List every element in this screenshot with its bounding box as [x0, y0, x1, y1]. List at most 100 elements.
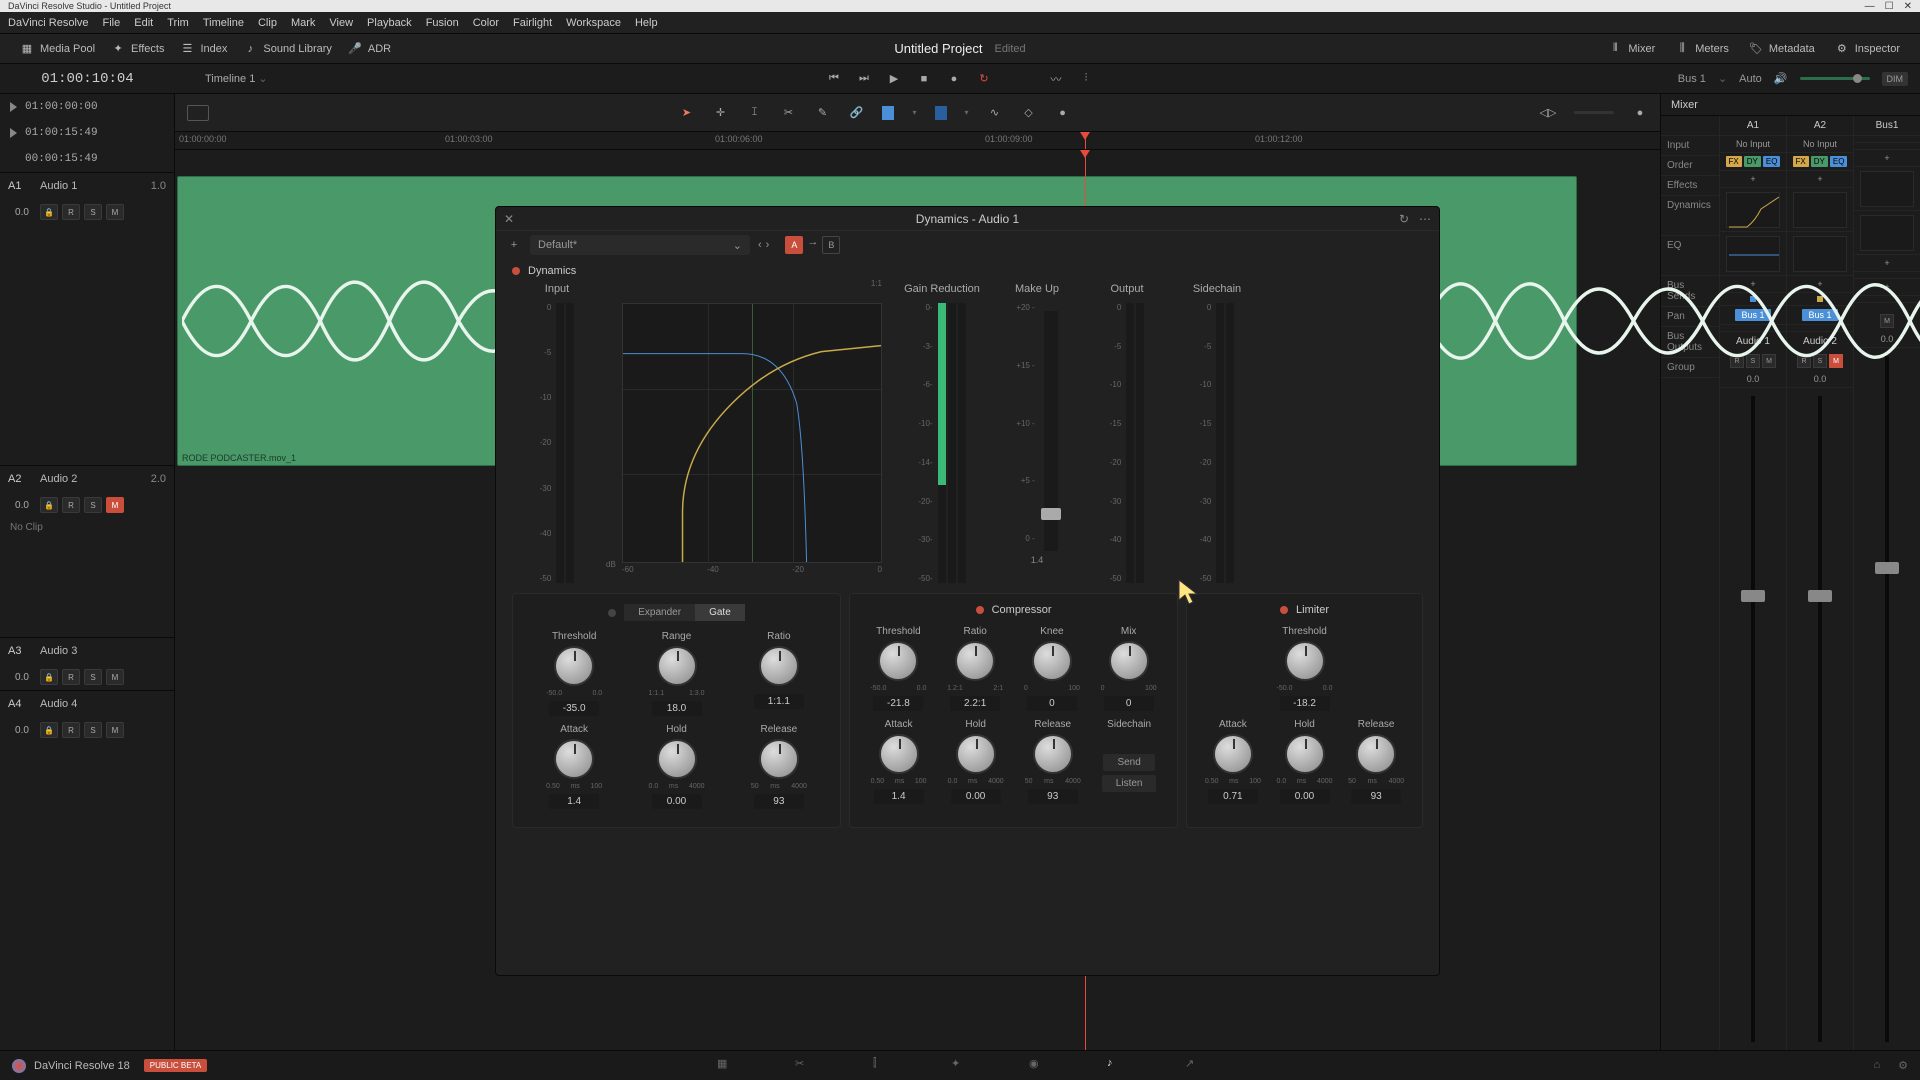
fader[interactable]	[1751, 388, 1755, 1050]
menu-item[interactable]: Help	[635, 17, 658, 29]
attack-knob[interactable]	[1213, 734, 1253, 774]
sound-library-button[interactable]: ♪Sound Library	[235, 38, 340, 60]
snap-button[interactable]: ◇	[1021, 105, 1037, 121]
hold-knob[interactable]	[1285, 734, 1325, 774]
draw-tool[interactable]: ✎	[814, 105, 830, 121]
playhead[interactable]	[1085, 132, 1086, 149]
makeup-slider[interactable]	[1044, 311, 1058, 551]
threshold-knob[interactable]	[878, 641, 918, 681]
expander-tab[interactable]: Expander	[624, 604, 695, 621]
mute-button[interactable]: M	[106, 497, 124, 513]
range-knob[interactable]	[657, 646, 697, 686]
mute-button[interactable]: M	[106, 669, 124, 685]
automation-button[interactable]: 〰	[1047, 70, 1065, 88]
prev-preset[interactable]: ‹	[758, 239, 762, 251]
dynamics-titlebar[interactable]: ✕ Dynamics - Audio 1 ↻⋯	[496, 207, 1439, 231]
menu-item[interactable]: Color	[473, 17, 499, 29]
enable-dot[interactable]	[1280, 606, 1288, 614]
menu-item[interactable]: Workspace	[566, 17, 621, 29]
lock-button[interactable]: 🔒	[40, 722, 58, 738]
dy-badge[interactable]: DY	[1744, 156, 1761, 167]
waveform-button[interactable]: ∿	[987, 105, 1003, 121]
dim-button[interactable]: DIM	[1882, 72, 1909, 86]
enable-dot[interactable]	[976, 606, 984, 614]
attack-knob[interactable]	[554, 739, 594, 779]
enable-dot[interactable]	[608, 609, 616, 617]
mix-knob[interactable]	[1109, 641, 1149, 681]
arm-button[interactable]: R	[62, 669, 80, 685]
home-button[interactable]: ⌂	[1873, 1059, 1880, 1072]
preset-dropdown[interactable]: Default*⌄	[530, 235, 750, 255]
release-knob[interactable]	[1033, 734, 1073, 774]
meters-toggle[interactable]: ⫼Meters	[1667, 38, 1737, 60]
menu-item[interactable]: DaVinci Resolve	[8, 17, 89, 29]
solo-button[interactable]: S	[84, 669, 102, 685]
next-button[interactable]: ⏭	[855, 70, 873, 88]
dot-button[interactable]: ●	[1055, 105, 1071, 121]
timeline-ruler[interactable]: 01:00:00:00 01:00:03:00 01:00:06:00 01:0…	[175, 132, 1660, 150]
fusion-page[interactable]: ✦	[951, 1057, 969, 1075]
threshold-knob[interactable]	[554, 646, 594, 686]
adr-button[interactable]: 🎤ADR	[340, 38, 399, 60]
listen-button[interactable]: Listen	[1102, 775, 1157, 792]
add-effect[interactable]: +	[1720, 171, 1786, 188]
loop-button[interactable]: ↻	[975, 70, 993, 88]
options-icon[interactable]: ⋯	[1419, 212, 1431, 226]
zoom-out[interactable]: ◁▷	[1540, 105, 1556, 121]
menu-item[interactable]: Trim	[167, 17, 189, 29]
timeline-selector[interactable]: Timeline 1 ⌄	[175, 72, 375, 85]
release-knob[interactable]	[759, 739, 799, 779]
media-pool-button[interactable]: ▦Media Pool	[12, 38, 103, 60]
eq-graph[interactable]	[1726, 236, 1780, 272]
reset-icon[interactable]: ↻	[1399, 212, 1409, 226]
edit-page[interactable]: ⫿	[873, 1057, 891, 1075]
metadata-toggle[interactable]: 🏷Metadata	[1741, 38, 1823, 60]
inspector-toggle[interactable]: ⚙Inspector	[1827, 38, 1908, 60]
arm-button[interactable]: R	[62, 497, 80, 513]
close-icon[interactable]: ✕	[504, 212, 514, 226]
minimize-button[interactable]: —	[1865, 1, 1875, 12]
close-button[interactable]: ✕	[1904, 1, 1912, 12]
b-button[interactable]: B	[822, 236, 840, 254]
dynamics-curve[interactable]	[622, 303, 882, 563]
index-button[interactable]: ☰Index	[172, 38, 235, 60]
settings-button[interactable]: ⚙	[1898, 1059, 1908, 1072]
range-tool[interactable]: ✛	[712, 105, 728, 121]
marker-button[interactable]	[935, 106, 947, 120]
main-timecode[interactable]: 01:00:10:04	[0, 71, 175, 87]
volume-slider[interactable]	[1800, 77, 1870, 80]
dynamics-graph[interactable]	[1726, 192, 1780, 228]
next-preset[interactable]: ›	[766, 239, 770, 251]
hold-knob[interactable]	[956, 734, 996, 774]
threshold-knob[interactable]	[1285, 641, 1325, 681]
menu-item[interactable]: Mark	[291, 17, 315, 29]
record-button[interactable]: ●	[945, 70, 963, 88]
menu-item[interactable]: File	[103, 17, 121, 29]
lock-button[interactable]: 🔒	[40, 497, 58, 513]
selection-tool[interactable]: ➤	[678, 105, 694, 121]
arm-button[interactable]: R	[62, 722, 80, 738]
solo-button[interactable]: S	[84, 722, 102, 738]
release-knob[interactable]	[1356, 734, 1396, 774]
menu-item[interactable]: Playback	[367, 17, 412, 29]
marker-tc[interactable]: 01:00:00:00	[25, 101, 98, 113]
menu-item[interactable]: View	[329, 17, 353, 29]
maximize-button[interactable]: ☐	[1885, 1, 1894, 12]
a-button[interactable]: A	[785, 236, 803, 254]
solo-button[interactable]: S	[84, 204, 102, 220]
menu-item[interactable]: Timeline	[203, 17, 244, 29]
fader[interactable]	[1885, 348, 1889, 1050]
knee-knob[interactable]	[1032, 641, 1072, 681]
auto-label[interactable]: Auto	[1739, 73, 1762, 85]
stop-button[interactable]: ■	[915, 70, 933, 88]
fairlight-page[interactable]: ♪	[1107, 1057, 1125, 1075]
arm-button[interactable]: R	[62, 204, 80, 220]
color-page[interactable]: ◉	[1029, 1057, 1047, 1075]
media-page[interactable]: ▦	[717, 1057, 735, 1075]
effects-button[interactable]: ✦Effects	[103, 38, 172, 60]
link-tool[interactable]: 🔗	[848, 105, 864, 121]
attack-knob[interactable]	[879, 734, 919, 774]
eq-badge[interactable]: EQ	[1763, 156, 1781, 167]
hold-knob[interactable]	[657, 739, 697, 779]
mute-button[interactable]: M	[106, 204, 124, 220]
